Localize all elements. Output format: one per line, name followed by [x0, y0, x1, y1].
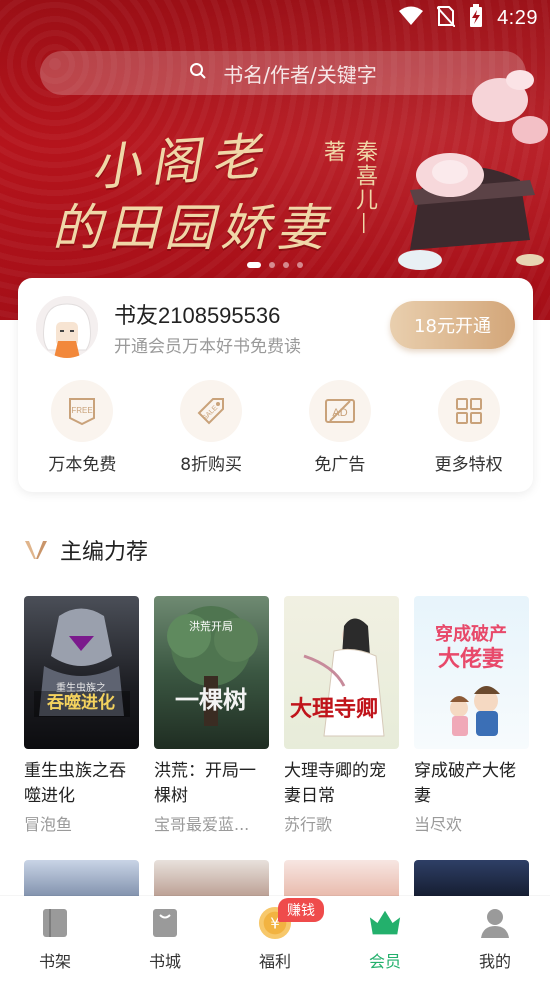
book-title: 重生虫族之吞噬进化 [24, 761, 126, 806]
status-time: 4:29 [497, 6, 538, 29]
earn-money-badge: 赚钱 [278, 898, 324, 922]
sale-tag-icon: SALE [197, 398, 225, 425]
perk-label: 8折购买 [180, 455, 243, 475]
perk-label: 免广告 [314, 455, 366, 475]
perk-label: 更多特权 [434, 455, 503, 475]
cover-art-couple: 穿成破产 大佬妻 [435, 623, 507, 736]
svg-text:穿成破产: 穿成破产 [435, 623, 507, 645]
book-author: 冒泡鱼 [24, 815, 73, 834]
book-author: 苏行歌 [284, 815, 333, 834]
nav-label: 书城 [148, 952, 181, 971]
book-title: 大理寺卿的宠妻日常 [284, 761, 386, 806]
no-sim-icon [436, 5, 456, 32]
svg-text:洪荒开局: 洪荒开局 [189, 619, 233, 633]
nav-welfare[interactable]: ¥ 福利 赚钱 [220, 896, 330, 982]
crown-icon [368, 906, 402, 940]
promo-banner[interactable]: 4:29 书名/作者/关键字 小阁老 的田园娇妻 秦喜儿—著 [0, 0, 550, 320]
svg-text:FREE: FREE [72, 406, 93, 415]
nav-label: 我的 [478, 952, 511, 971]
book-cover[interactable]: 穿成破产 大佬妻 [414, 596, 529, 749]
no-ad-icon: AD [324, 399, 355, 423]
perk-no-ads[interactable]: AD 免广告 [276, 380, 405, 480]
nav-bookshelf[interactable]: 书架 [0, 896, 110, 982]
perk-free[interactable]: FREE 万本免费 [18, 380, 147, 480]
book-cover[interactable]: 吞噬进化 重生虫族之 [24, 596, 139, 749]
avatar[interactable] [36, 296, 98, 358]
user-icon [478, 906, 512, 940]
book-cover[interactable] [154, 860, 269, 900]
svg-text:大理寺卿: 大理寺卿 [290, 696, 378, 722]
nav-mine[interactable]: 我的 [440, 896, 550, 982]
cover-art-tree: 洪荒开局 一棵树 [167, 606, 258, 726]
banner-pager [0, 262, 550, 268]
book-cover[interactable]: 大理寺卿 [284, 596, 399, 749]
perk-more[interactable]: 更多特权 [404, 380, 533, 480]
svg-text:重生虫族之: 重生虫族之 [56, 681, 106, 694]
cover-art-armor: 吞噬进化 重生虫族之 [34, 608, 130, 717]
member-card: 书友2108595536 开通会员万本好书免费读 18元开通 FREE 万本免费… [18, 278, 533, 492]
free-icon: FREE [69, 398, 96, 426]
nav-label: 福利 [258, 952, 291, 971]
status-bar: 4:29 [0, 0, 550, 36]
banner-flower-illustration [398, 70, 548, 270]
svg-text:吞噬进化: 吞噬进化 [47, 692, 115, 713]
member-subtitle: 开通会员万本好书免费读 [114, 337, 301, 357]
perks-row: FREE 万本免费 SALE 8折购买 AD 免广告 更多特权 [18, 380, 533, 480]
book-cover[interactable] [24, 860, 139, 900]
banner-title-line2: 的田园娇妻 [52, 199, 332, 257]
perk-label: 万本免费 [48, 455, 117, 475]
svg-text:一棵树: 一棵树 [175, 685, 247, 714]
username: 书友2108595536 [114, 303, 281, 328]
search-placeholder: 书名/作者/关键字 [223, 62, 377, 87]
section-v-icon [25, 541, 47, 559]
open-membership-button[interactable]: 18元开通 [390, 301, 515, 349]
banner-author: 秦喜儿—著 [320, 140, 377, 236]
bookstore-icon [148, 906, 182, 940]
section-header: 主编力荐 [24, 534, 148, 566]
book-list: 吞噬进化 重生虫族之 重生虫族之吞噬进化 冒泡鱼 洪荒开局 一棵树 洪荒：开局一… [24, 596, 534, 835]
book-title: 洪荒：开局一棵树 [154, 761, 256, 806]
book-card[interactable]: 洪荒开局 一棵树 洪荒：开局一棵树 宝哥最爱蓝... [154, 596, 269, 835]
bottom-nav: 书架 书城 ¥ 福利 赚钱 会员 我的 [0, 896, 550, 982]
nav-vip[interactable]: 会员 [330, 896, 440, 982]
book-title: 穿成破产大佬妻 [414, 761, 516, 806]
book-card[interactable]: 大理寺卿 大理寺卿的宠妻日常 苏行歌 [284, 596, 399, 835]
section-title: 主编力荐 [60, 540, 149, 565]
book-card[interactable]: 穿成破产 大佬妻 穿成破产大佬妻 当尽欢 [414, 596, 529, 835]
book-list-row2 [24, 860, 534, 900]
book-author: 宝哥最爱蓝... [154, 815, 250, 834]
book-card[interactable]: 吞噬进化 重生虫族之 重生虫族之吞噬进化 冒泡鱼 [24, 596, 139, 835]
battery-charging-icon [469, 3, 483, 33]
nav-label: 书架 [38, 952, 71, 971]
svg-text:大佬妻: 大佬妻 [438, 646, 504, 672]
cover-art-figure: 大理寺卿 [290, 618, 385, 737]
book-author: 当尽欢 [414, 815, 463, 834]
book-cover[interactable] [414, 860, 529, 900]
grid-icon [455, 398, 482, 424]
search-icon [189, 62, 207, 84]
nav-bookstore[interactable]: 书城 [110, 896, 220, 982]
perk-discount[interactable]: SALE 8折购买 [147, 380, 276, 480]
wifi-icon [399, 6, 424, 31]
book-cover[interactable] [284, 860, 399, 900]
bookshelf-icon [38, 906, 72, 940]
book-cover[interactable]: 洪荒开局 一棵树 [154, 596, 269, 749]
nav-label: 会员 [368, 952, 401, 971]
